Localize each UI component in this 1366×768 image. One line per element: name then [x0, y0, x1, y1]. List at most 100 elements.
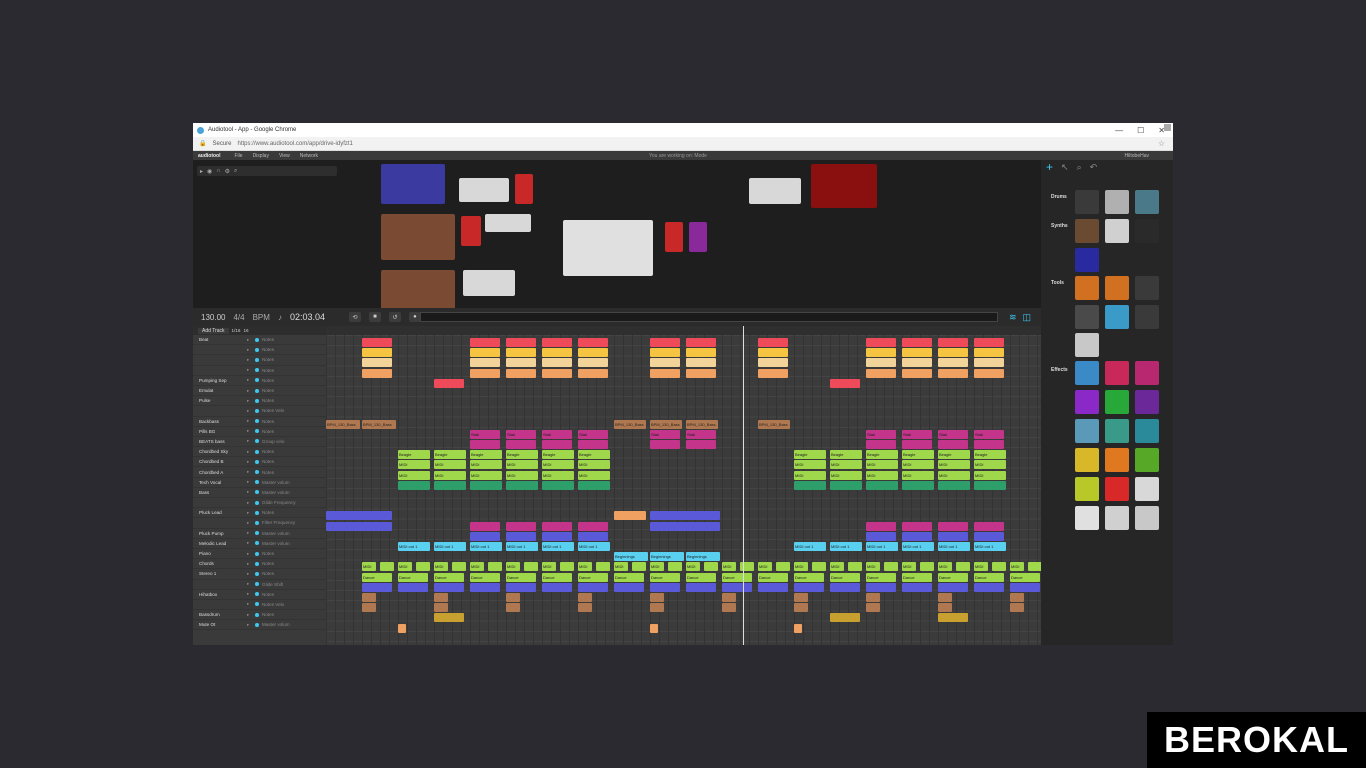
track-row[interactable]: Pluck Lead ▸ Notes — [193, 508, 326, 519]
device-tile[interactable] — [1075, 448, 1099, 472]
clip[interactable] — [974, 521, 1004, 531]
clip[interactable]: BPM_130_Bass — [758, 419, 790, 429]
mute-toggle[interactable] — [255, 378, 259, 383]
track-name[interactable]: Bassdrum — [193, 612, 247, 617]
cursor-icon[interactable]: ↖ — [1061, 162, 1069, 173]
clip[interactable]: MIDI out 1 — [974, 542, 1006, 551]
automation-label[interactable]: Notes Velo — [262, 602, 284, 607]
clip[interactable] — [578, 582, 608, 592]
automation-label[interactable]: Master volum — [262, 490, 290, 495]
clip[interactable] — [938, 368, 968, 378]
device-tile[interactable] — [1135, 361, 1159, 385]
expand-icon[interactable]: ▸ — [247, 489, 252, 495]
clip[interactable] — [560, 562, 574, 572]
avatar[interactable] — [1164, 124, 1171, 131]
mute-toggle[interactable] — [255, 449, 259, 454]
clip[interactable]: MIDI — [794, 460, 826, 470]
clip[interactable]: MIDI out 1 — [542, 542, 574, 551]
mute-toggle[interactable] — [255, 439, 259, 444]
clip[interactable] — [326, 511, 392, 521]
clip[interactable] — [686, 358, 716, 368]
clip[interactable] — [866, 368, 896, 378]
clip[interactable] — [470, 368, 500, 378]
clip[interactable] — [848, 562, 862, 572]
mute-toggle[interactable] — [255, 541, 259, 546]
clip[interactable]: Dance — [974, 572, 1004, 582]
automation-label[interactable]: Notes — [262, 592, 274, 597]
clip[interactable]: MIDI — [398, 562, 412, 572]
clip[interactable] — [470, 480, 502, 490]
clip[interactable] — [434, 582, 464, 592]
clip[interactable] — [902, 368, 932, 378]
clip[interactable] — [830, 582, 860, 592]
automation-label[interactable]: Notes — [262, 612, 274, 617]
clip[interactable]: Beagle — [938, 450, 970, 460]
clip[interactable] — [650, 582, 680, 592]
clip[interactable] — [650, 348, 680, 358]
clip[interactable] — [596, 562, 610, 572]
clip[interactable]: MIDI — [758, 562, 772, 572]
track-name[interactable]: Mute Ot — [193, 622, 247, 627]
clip[interactable] — [938, 480, 970, 490]
clip[interactable]: MIDI — [398, 460, 430, 470]
clip[interactable]: Beagle — [902, 450, 934, 460]
clip[interactable]: Dance — [650, 572, 680, 582]
expand-icon[interactable]: ▸ — [247, 418, 252, 424]
clip[interactable]: MIDI — [866, 460, 898, 470]
clip[interactable] — [380, 562, 394, 572]
automation-label[interactable]: Notes — [262, 357, 274, 362]
mute-toggle[interactable] — [255, 612, 259, 617]
automation-label[interactable]: Notes — [262, 449, 274, 454]
mute-toggle[interactable] — [255, 490, 259, 495]
clip[interactable]: MIDI — [974, 470, 1006, 480]
clip[interactable] — [650, 440, 680, 449]
device-tile[interactable] — [1075, 333, 1099, 357]
clip[interactable] — [794, 480, 826, 490]
clip[interactable]: BPM_130_Bass — [650, 419, 682, 429]
track-row[interactable]: Bassdrum ▸ Notes — [193, 610, 326, 621]
clip[interactable] — [938, 338, 968, 347]
clip[interactable] — [974, 368, 1004, 378]
expand-icon[interactable]: ▸ — [247, 479, 252, 485]
quantize-select[interactable]: 1/16 — [232, 328, 241, 333]
clip[interactable]: Beginnings — [650, 552, 684, 562]
clip[interactable] — [776, 562, 790, 572]
clip[interactable]: MIDI — [362, 562, 376, 572]
clip[interactable] — [722, 582, 752, 592]
expand-icon[interactable]: ▸ — [247, 377, 252, 383]
clip[interactable] — [1010, 593, 1024, 602]
automation-label[interactable]: Master volum — [262, 541, 290, 546]
device-desktop[interactable]: ▸ ◉ ∩ ⚙ ⌕ — [193, 160, 1041, 310]
record-icon[interactable]: ◉ — [207, 168, 212, 175]
clip[interactable] — [506, 603, 520, 613]
clip[interactable] — [470, 440, 500, 449]
clip[interactable] — [578, 603, 592, 613]
clip[interactable] — [506, 582, 536, 592]
clip[interactable]: MIDI — [974, 460, 1006, 470]
device-tile[interactable] — [1105, 305, 1129, 329]
clip[interactable] — [902, 338, 932, 347]
clip[interactable] — [506, 358, 536, 368]
expand-icon[interactable]: ▸ — [247, 540, 252, 546]
clip[interactable] — [902, 521, 932, 531]
clip[interactable] — [686, 582, 716, 592]
clip[interactable]: MIDI out 1 — [506, 542, 538, 551]
clip[interactable]: Dance — [506, 572, 536, 582]
clip[interactable] — [938, 531, 968, 541]
automation-label[interactable]: Notes — [262, 470, 274, 475]
expand-icon[interactable]: ▸ — [247, 510, 252, 516]
expand-icon[interactable]: ▸ — [247, 500, 252, 506]
clip[interactable] — [758, 338, 788, 347]
track-name[interactable]: Pulse — [193, 398, 247, 403]
mute-toggle[interactable] — [255, 592, 259, 597]
tempo-mode[interactable]: BPM — [253, 313, 270, 322]
device-module[interactable] — [515, 174, 533, 204]
stop-button[interactable]: ■ — [368, 312, 381, 322]
clip[interactable] — [938, 582, 968, 592]
clip[interactable] — [542, 348, 572, 358]
clip[interactable] — [542, 582, 572, 592]
clip[interactable]: Beagle — [866, 450, 898, 460]
device-tile[interactable] — [1135, 276, 1159, 300]
clip[interactable]: MIDI — [938, 460, 970, 470]
track-row[interactable]: ▸ Glide Frequency — [193, 498, 326, 509]
